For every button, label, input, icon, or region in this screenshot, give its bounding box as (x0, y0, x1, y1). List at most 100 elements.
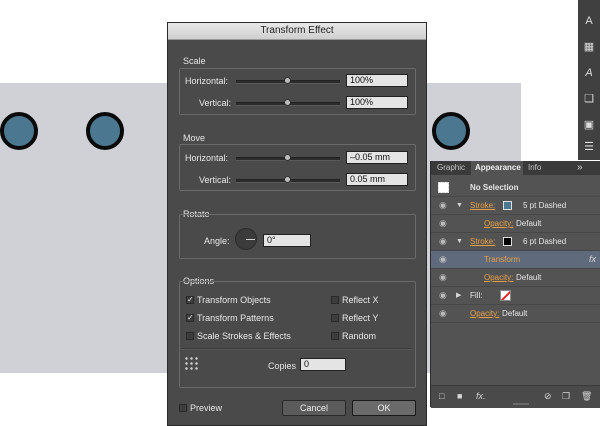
opacity-row[interactable]: ◉ Opacity: Default (431, 215, 600, 233)
transform-effect-row[interactable]: ◉ Transform fx (431, 251, 600, 269)
stroke-swatch[interactable] (503, 201, 512, 210)
add-fill-icon[interactable]: ■ (457, 391, 462, 401)
circle-shape[interactable] (432, 112, 470, 150)
expand-triangle-icon[interactable]: ▶ (456, 287, 461, 304)
scale-vertical-knob[interactable] (284, 99, 291, 106)
move-horizontal-label: Horizontal: (185, 153, 229, 163)
transform-effect-label[interactable]: Transform (484, 251, 520, 268)
scale-heading: Scale (183, 56, 206, 66)
circle-shape[interactable] (0, 112, 38, 150)
panel-resize-grip[interactable] (513, 403, 529, 405)
opacity-value: Default (516, 219, 542, 228)
visibility-eye-icon[interactable]: ◉ (439, 269, 447, 286)
tab-graphic-styles[interactable]: Graphic S (433, 161, 471, 175)
selection-thumbnail-icon (438, 182, 449, 193)
visibility-eye-icon[interactable]: ◉ (439, 215, 447, 232)
type-tool-icon[interactable]: A (581, 14, 597, 28)
stroke-row[interactable]: ◉ ▼ Stroke: 5 pt Dashed (431, 197, 600, 215)
visibility-eye-icon[interactable]: ◉ (439, 251, 447, 268)
angle-field[interactable]: 0° (263, 234, 311, 247)
random-checkbox[interactable] (331, 332, 339, 340)
appearance-panel: Graphic S Appearance Info » No Selection… (430, 161, 600, 408)
dialog-title: Transform Effect (168, 23, 426, 40)
expand-triangle-icon[interactable]: ▼ (456, 197, 463, 214)
opacity-label[interactable]: Opacity: (484, 269, 513, 286)
artboards-icon[interactable]: ❏ (581, 92, 597, 106)
transform-objects-label: Transform Objects (197, 295, 271, 305)
fill-row[interactable]: ◉ ▶ Fill: (431, 287, 600, 305)
opacity-value: Default (502, 309, 528, 318)
scale-horizontal-field[interactable]: 100% (346, 74, 408, 87)
reflect-x-label: Reflect X (342, 295, 379, 305)
preview-checkbox[interactable] (179, 404, 187, 412)
reflect-y-label: Reflect Y (342, 313, 379, 323)
move-heading: Move (183, 133, 206, 143)
transform-patterns-label: Transform Patterns (197, 313, 274, 323)
panel-bottom-bar: □ ■ fx. ⊘ ❐ 🗑 (431, 385, 600, 408)
scale-vertical-label: Vertical: (199, 98, 232, 108)
scale-horizontal-label: Horizontal: (185, 76, 229, 86)
opacity-label[interactable]: Opacity: (470, 305, 499, 322)
move-vertical-knob[interactable] (284, 176, 291, 183)
reflect-y-checkbox[interactable] (331, 314, 339, 322)
visibility-eye-icon[interactable]: ◉ (439, 287, 447, 304)
layers-icon[interactable]: ☰ (581, 140, 597, 154)
visibility-eye-icon[interactable]: ◉ (439, 197, 447, 214)
fill-swatch-none[interactable] (500, 290, 511, 301)
angle-dial[interactable] (235, 228, 257, 250)
trash-icon[interactable]: 🗑 (581, 391, 592, 402)
no-selection-label: No Selection (470, 183, 519, 192)
visibility-eye-icon[interactable]: ◉ (439, 305, 447, 322)
panel-menu-icon[interactable]: » (577, 162, 583, 173)
opacity-row[interactable]: ◉ Opacity: Default (431, 305, 600, 323)
no-selection-row: No Selection (431, 179, 600, 197)
copies-label: Copies (268, 361, 297, 371)
stroke-row[interactable]: ◉ ▼ Stroke: 6 pt Dashed (431, 233, 600, 251)
cancel-button[interactable]: Cancel (282, 400, 346, 416)
visibility-eye-icon[interactable]: ◉ (439, 233, 447, 250)
transform-objects-checkbox[interactable]: ✓ (186, 296, 194, 304)
move-horizontal-knob[interactable] (284, 154, 291, 161)
scale-strokes-checkbox[interactable] (186, 332, 194, 340)
move-horizontal-field[interactable]: –0.05 mm (346, 151, 408, 164)
transform-effect-dialog: Transform Effect Scale Horizontal: 100% … (167, 22, 427, 426)
angle-label: Angle: (204, 236, 230, 246)
reflect-x-checkbox[interactable] (331, 296, 339, 304)
expand-triangle-icon[interactable]: ▼ (456, 233, 463, 250)
ok-button[interactable]: OK (352, 400, 416, 416)
circle-shape[interactable] (86, 112, 124, 150)
move-vertical-label: Vertical: (199, 175, 232, 185)
stroke-weight: 6 pt Dashed (523, 237, 567, 246)
glyph-tool-icon[interactable]: ▦ (581, 40, 597, 54)
stroke-swatch[interactable] (503, 237, 512, 246)
copies-field[interactable]: 0 (300, 358, 346, 371)
stroke-label[interactable]: Stroke: (470, 233, 495, 250)
stroke-weight: 5 pt Dashed (523, 201, 567, 210)
move-vertical-field[interactable]: 0.05 mm (346, 173, 408, 186)
add-stroke-icon[interactable]: □ (439, 391, 444, 401)
transform-panel-icon[interactable]: ▣ (581, 118, 597, 132)
none-slash-icon (501, 291, 510, 300)
scale-strokes-label: Scale Strokes & Effects (197, 331, 291, 341)
transform-patterns-checkbox[interactable]: ✓ (186, 314, 194, 322)
scale-vertical-field[interactable]: 100% (346, 96, 408, 109)
stroke-label[interactable]: Stroke: (470, 197, 495, 214)
preview-label: Preview (190, 403, 223, 413)
character-style-icon[interactable]: A (581, 66, 597, 80)
fx-icon: fx (589, 254, 597, 264)
tool-strip: A ▦ A ❏ ▣ ☰ (578, 0, 600, 160)
random-label: Random (342, 331, 377, 341)
fill-label: Fill: (470, 291, 483, 300)
clear-appearance-icon[interactable]: ⊘ (544, 391, 552, 402)
angle-dial-indicator (246, 239, 255, 240)
add-effect-icon[interactable]: fx. (476, 391, 486, 401)
opacity-label[interactable]: Opacity: (484, 215, 513, 232)
scale-horizontal-knob[interactable] (284, 77, 291, 84)
opacity-value: Default (516, 273, 542, 282)
options-divider (182, 348, 412, 350)
reference-point-icon[interactable] (184, 356, 198, 370)
tab-info[interactable]: Info (524, 161, 546, 175)
tab-appearance[interactable]: Appearance (471, 161, 523, 175)
duplicate-item-icon[interactable]: ❐ (562, 391, 570, 402)
opacity-row[interactable]: ◉ Opacity: Default (431, 269, 600, 287)
